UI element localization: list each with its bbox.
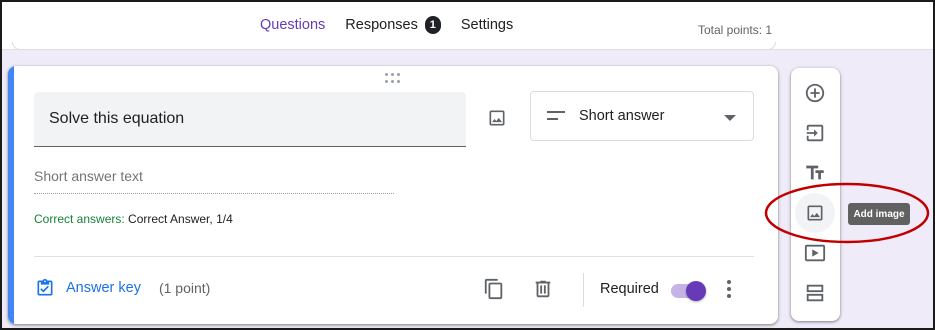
add-image-icon [807, 205, 823, 221]
question-type-label: Short answer [579, 108, 665, 124]
correct-answers-summary: Correct answers: Correct Answer, 1/4 [34, 212, 233, 226]
responses-count-badge: 1 [424, 16, 441, 34]
section-icon [806, 284, 824, 302]
add-question-image-button[interactable] [482, 103, 512, 133]
add-circle-icon [805, 83, 825, 103]
add-image-button[interactable] [795, 193, 835, 233]
footer-separator [583, 273, 584, 307]
add-section-button[interactable] [803, 281, 827, 305]
tab-questions-label: Questions [260, 17, 326, 33]
chevron-down-icon [724, 115, 736, 121]
correct-answers-value: Correct Answer, 1/4 [128, 212, 233, 226]
assignment-check-icon [37, 278, 53, 296]
previous-card-edge [12, 42, 776, 50]
tab-responses-label: Responses [345, 17, 418, 33]
total-points: Total points: 1 [698, 23, 773, 37]
required-label: Required [600, 281, 659, 297]
card-divider [34, 256, 754, 257]
active-card-indicator [8, 66, 14, 324]
correct-answers-label: Correct answers: [34, 212, 129, 226]
title-text-icon [806, 165, 824, 180]
question-type-dropdown[interactable]: Short answer [530, 91, 754, 141]
card-footer-left: Answer key (1 point) [35, 278, 210, 298]
add-video-button[interactable] [803, 241, 827, 265]
add-image-tooltip: Add image [848, 203, 910, 225]
import-questions-icon [806, 124, 824, 142]
import-questions-button[interactable] [803, 121, 827, 145]
question-title-text: Solve this equation [49, 110, 185, 127]
toggle-thumb [686, 281, 706, 301]
answer-key-button[interactable]: Answer key [35, 278, 141, 298]
short-answer-icon [547, 111, 565, 120]
drag-handle-icon[interactable] [385, 73, 403, 83]
video-icon [804, 244, 826, 262]
image-icon [489, 110, 505, 126]
add-title-button[interactable] [803, 161, 827, 185]
delete-button[interactable] [532, 278, 554, 300]
question-card[interactable]: Solve this equation Short answer Short a… [8, 66, 778, 324]
copy-icon [484, 278, 503, 300]
tab-settings-label: Settings [460, 17, 514, 33]
duplicate-button[interactable] [483, 278, 505, 300]
add-question-button[interactable] [803, 81, 827, 105]
answer-key-label: Answer key [66, 280, 141, 296]
short-answer-preview: Short answer text [34, 168, 394, 194]
side-toolbar [791, 68, 840, 321]
required-toggle[interactable] [668, 281, 708, 301]
more-options-icon[interactable] [721, 278, 737, 300]
trash-icon [535, 280, 551, 298]
question-points: (1 point) [158, 280, 211, 296]
question-title-input[interactable]: Solve this equation [34, 92, 466, 147]
